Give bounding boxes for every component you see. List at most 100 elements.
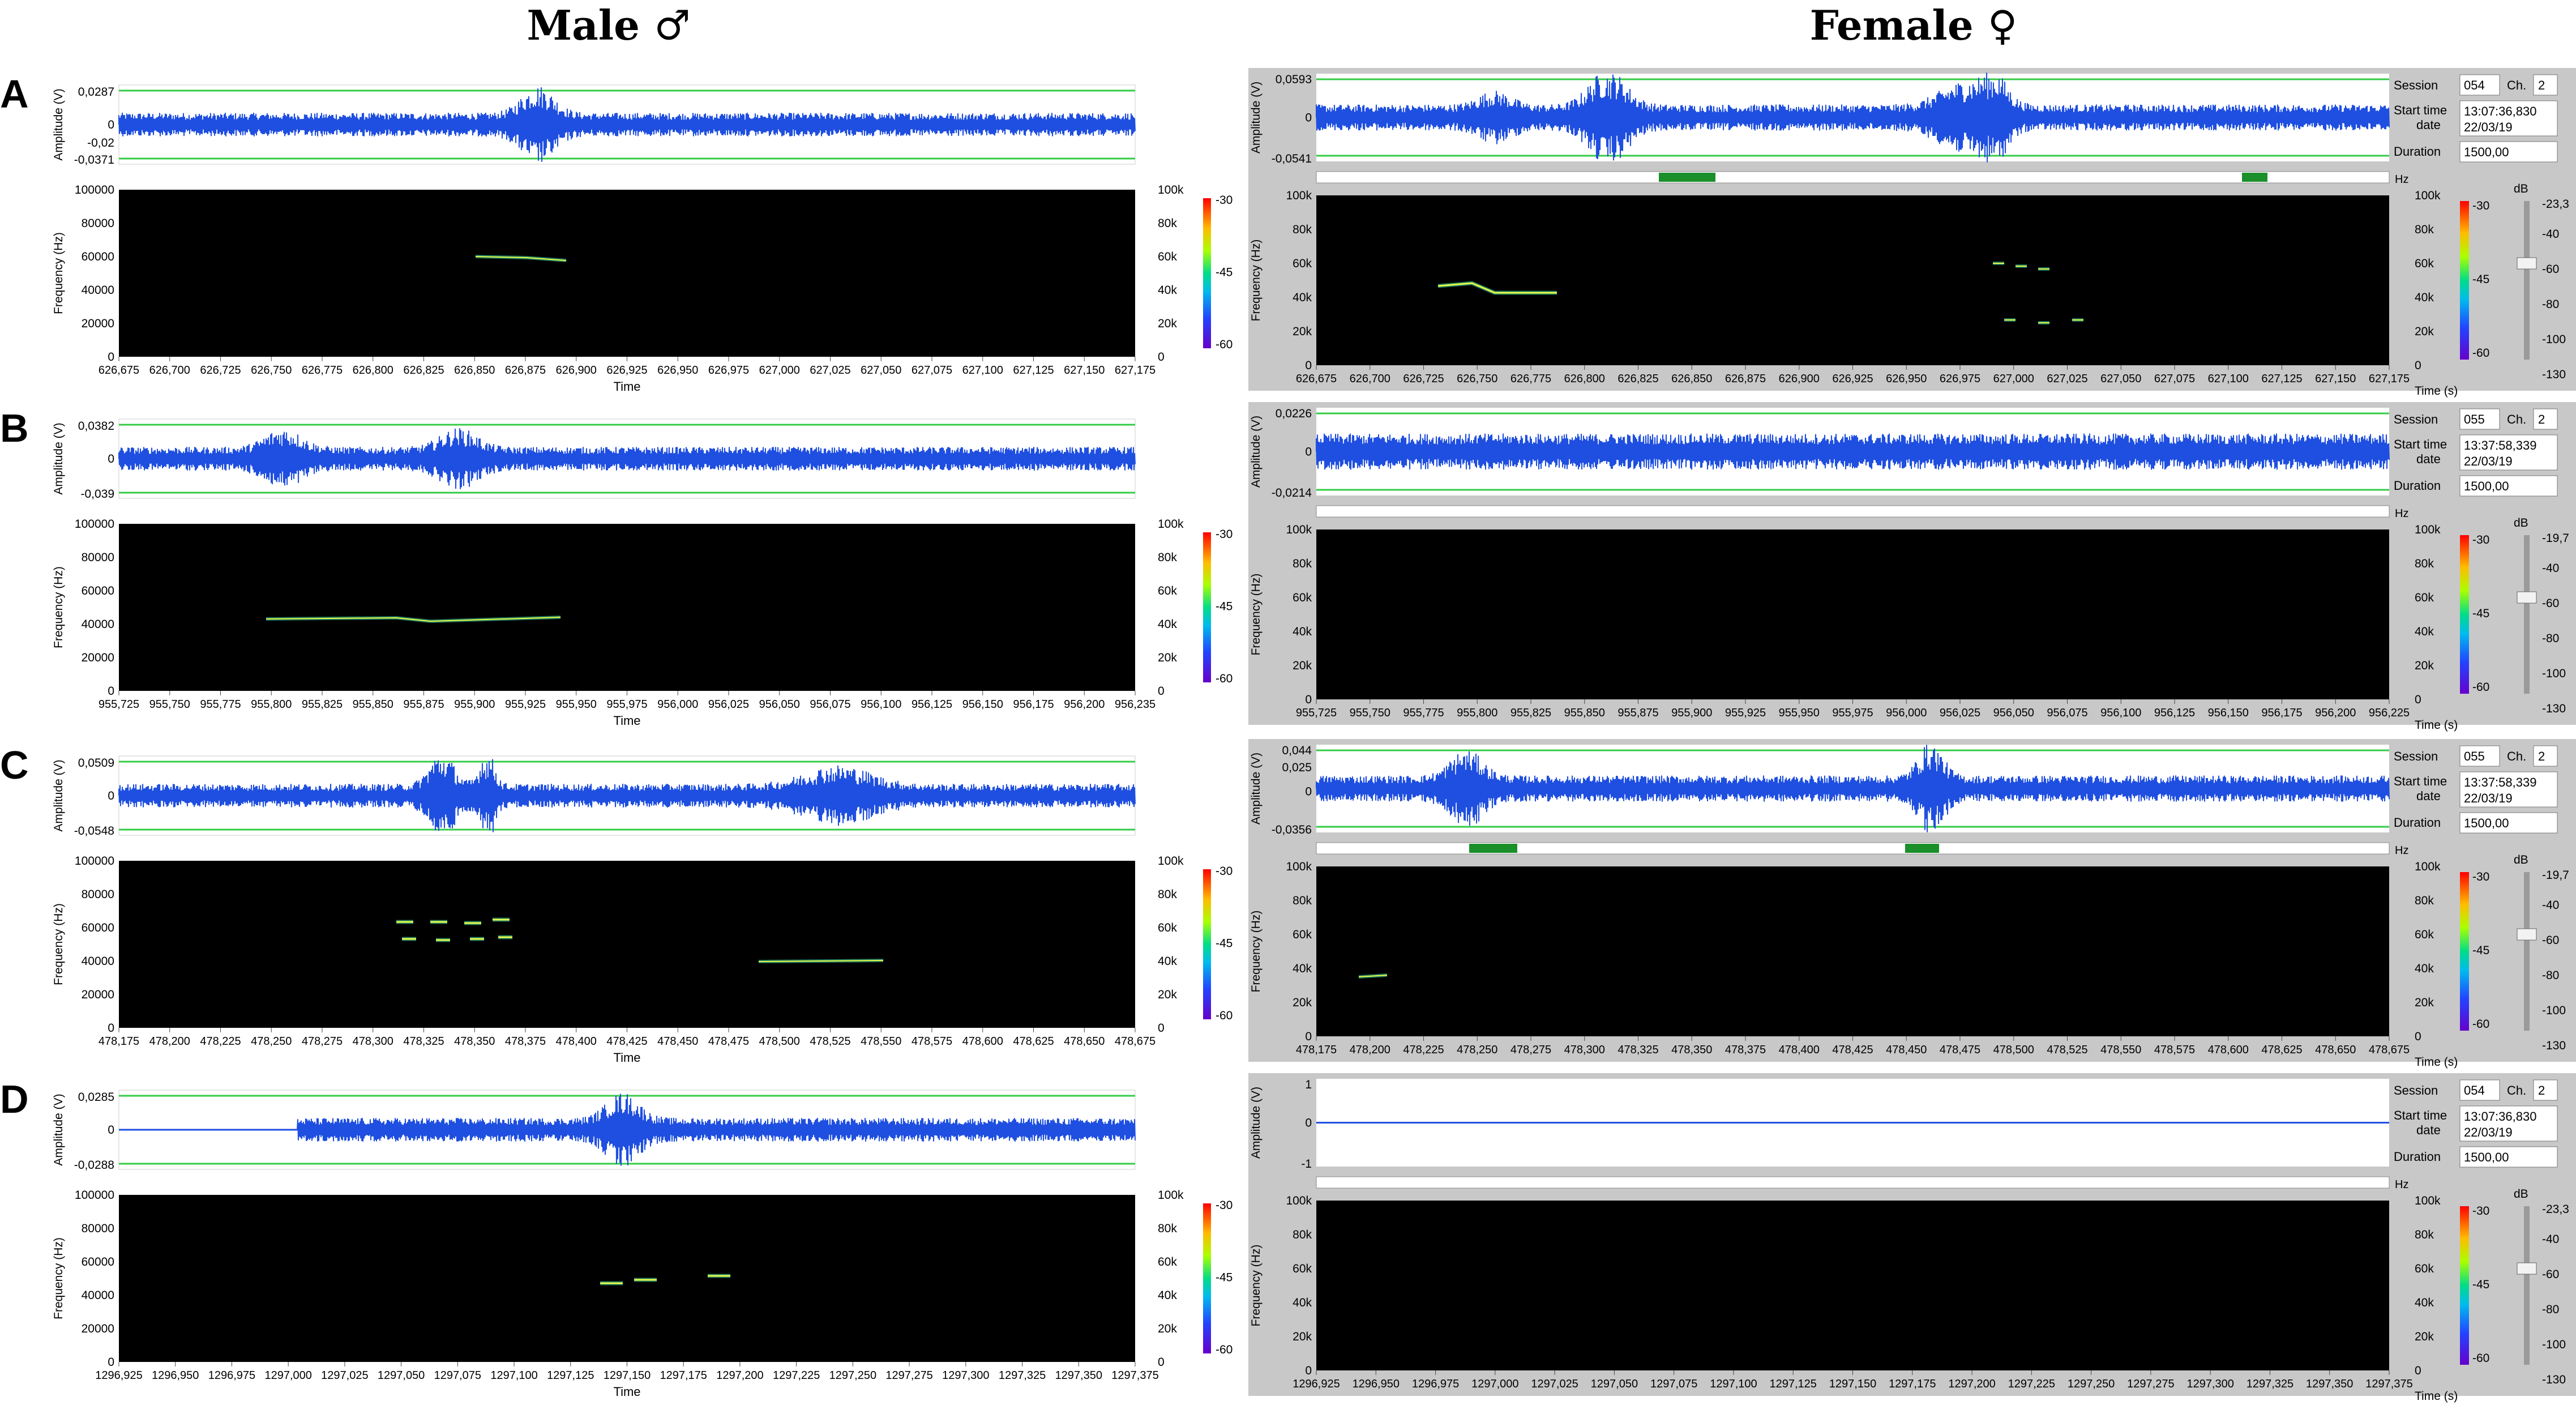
female-spectrogram — [1316, 195, 2389, 365]
start-time-value: 13:37:58,339 — [2464, 438, 2536, 452]
colorbar-tick-label: -30 — [1216, 528, 1233, 541]
time-tick-label: 478,550 — [861, 1035, 901, 1048]
colorbar-tick-label: -45 — [2472, 273, 2489, 286]
time-tick-label: 956,125 — [2154, 707, 2195, 719]
date-label: date — [2416, 452, 2441, 466]
time-tick-label: 1297,150 — [1829, 1378, 1876, 1390]
time-tick-label: 626,750 — [251, 364, 292, 377]
time-tick-label: 478,575 — [2154, 1044, 2195, 1056]
time-tick-label: 478,650 — [1064, 1035, 1105, 1048]
frequency-tick-label: 0 — [108, 1022, 114, 1035]
duration-label: Duration — [2394, 1150, 2441, 1164]
time-tick-label: 1297,250 — [829, 1369, 876, 1382]
frequency-tick-label: 20k — [1293, 325, 1312, 338]
frequency-tick-label: 100k — [1286, 523, 1312, 536]
slider-tick-label: -80 — [2542, 1303, 2559, 1316]
frequency-tick-label: 60k — [1293, 591, 1312, 604]
amplitude-tick-label: 0 — [108, 452, 114, 465]
frequency-tick-label-right: 40k — [2415, 1296, 2434, 1309]
slider-tick-label: -40 — [2542, 562, 2559, 575]
time-tick-label: 478,325 — [403, 1035, 444, 1048]
time-tick-label: 955,975 — [606, 698, 647, 711]
time-tick-label: 626,825 — [403, 364, 444, 377]
frequency-tick-label: 100000 — [75, 855, 114, 868]
detection-segment — [1905, 844, 1939, 853]
time-tick-label: 478,500 — [759, 1035, 800, 1048]
time-tick-label: 478,250 — [1457, 1044, 1497, 1056]
time-tick-label: 1297,025 — [321, 1369, 368, 1382]
time-tick-label: 955,725 — [99, 698, 139, 711]
time-tick-label: 478,450 — [1886, 1044, 1927, 1056]
frequency-tick-label-right: 100k — [2415, 860, 2441, 873]
time-tick-label: 955,850 — [353, 698, 393, 711]
time-tick-label: 478,350 — [1671, 1044, 1712, 1056]
time-axis-label: Time (s) — [2415, 1390, 2458, 1403]
time-tick-label: 626,950 — [657, 364, 698, 377]
date-label: date — [2416, 1123, 2441, 1137]
frequency-tick-label-right: 20k — [1158, 988, 1177, 1001]
time-tick-label: 626,800 — [353, 364, 393, 377]
amplitude-tick-label: 0,0509 — [78, 757, 114, 770]
time-tick-label: 627,050 — [861, 364, 901, 377]
amplitude-tick-label: 1 — [1305, 1078, 1312, 1091]
colorbar-tick-label: -45 — [1216, 937, 1233, 950]
time-tick-label: 626,925 — [1832, 373, 1873, 385]
session-label: Session — [2394, 749, 2438, 763]
amplitude-tick-label: 0 — [1305, 785, 1312, 798]
db-label: dB — [2514, 516, 2528, 529]
frequency-tick-label: 60k — [1293, 257, 1312, 270]
amplitude-axis-label: Amplitude (V) — [1250, 416, 1263, 488]
time-tick-label: 955,875 — [403, 698, 444, 711]
time-tick-label: 1297,175 — [660, 1369, 707, 1382]
frequency-tick-label: 20k — [1293, 659, 1312, 672]
slider-tick-label: -100 — [2542, 667, 2566, 680]
db-top-value: -19,7 — [2542, 532, 2569, 545]
time-tick-label: 1297,025 — [1531, 1378, 1578, 1390]
frequency-tick-label: 20000 — [82, 317, 114, 330]
frequency-tick-label-right: 80k — [1158, 888, 1177, 901]
db-top-value: -23,3 — [2542, 1203, 2569, 1216]
time-tick-label: 626,850 — [1671, 373, 1712, 385]
frequency-tick-label-right: 20k — [2415, 1330, 2434, 1343]
time-tick-label: 478,375 — [505, 1035, 546, 1048]
amplitude-tick-label: 0,0382 — [78, 420, 114, 433]
figure-canvas: Male ♂ Female ♀ A Amplitude (V) 0,0287 0 -0,… — [0, 1, 2576, 1403]
time-tick-label: 1296,975 — [208, 1369, 255, 1382]
slider-tick-label: -80 — [2542, 969, 2559, 982]
frequency-tick-label-right: 80k — [1158, 1222, 1177, 1235]
time-tick-label: 956,200 — [1064, 698, 1105, 711]
time-tick-label: 627,150 — [1064, 364, 1105, 377]
frequency-tick-label: 40000 — [82, 618, 114, 631]
ch-value: 2 — [2538, 1083, 2545, 1097]
male-spectrogram — [119, 1195, 1135, 1362]
time-tick-label: 956,150 — [2208, 707, 2249, 719]
frequency-tick-label: 40000 — [82, 284, 114, 297]
frequency-tick-label-right: 80k — [1158, 217, 1177, 230]
frequency-axis-label: Frequency (Hz) — [1250, 911, 1263, 993]
hz-label: Hz — [2395, 507, 2408, 520]
time-tick-label: 478,425 — [1832, 1044, 1873, 1056]
colorbar — [1203, 869, 1211, 1019]
frequency-tick-label-right: 20k — [2415, 996, 2434, 1009]
time-tick-label: 478,275 — [1510, 1044, 1551, 1056]
gain-slider-handle — [2517, 1262, 2537, 1275]
time-axis-label: Time (s) — [2415, 1056, 2458, 1069]
amplitude-tick-label: 0,044 — [1282, 744, 1312, 757]
time-tick-label: 626,725 — [1403, 373, 1444, 385]
session-label: Session — [2394, 412, 2438, 426]
time-tick-label: 478,300 — [1564, 1044, 1605, 1056]
colorbar-tick-label: -45 — [2472, 607, 2489, 620]
amplitude-tick-label: -0,039 — [80, 488, 114, 501]
frequency-tick-label-right: 0 — [1158, 1356, 1165, 1369]
time-tick-label: 1297,075 — [434, 1369, 481, 1382]
time-tick-label: 626,925 — [606, 364, 647, 377]
hz-label: Hz — [2395, 1178, 2408, 1191]
time-tick-label: 478,200 — [1350, 1044, 1390, 1056]
female-header: Female ♀ — [1810, 1, 2018, 49]
start-time-label: Start time — [2394, 774, 2447, 788]
amplitude-axis-label: Amplitude (V) — [52, 1094, 65, 1165]
frequency-tick-label: 0 — [108, 1356, 114, 1369]
gain-slider-track — [2524, 872, 2530, 1031]
time-tick-label: 955,875 — [1618, 707, 1658, 719]
amplitude-axis-label: Amplitude (V) — [52, 422, 65, 494]
